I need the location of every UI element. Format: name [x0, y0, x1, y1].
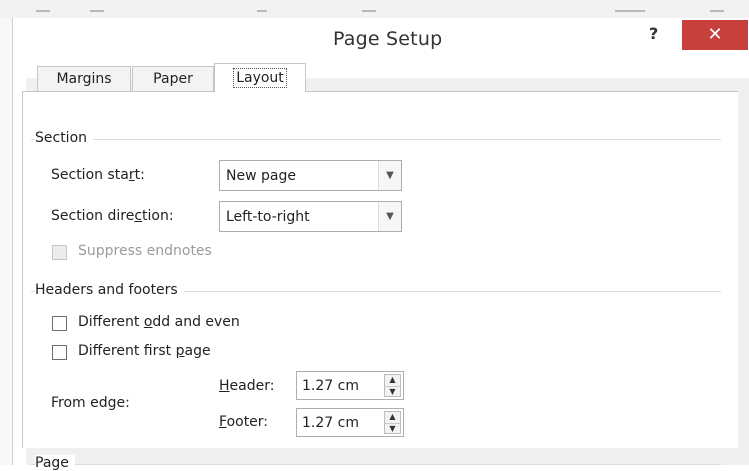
different-first-page-checkbox[interactable] [52, 345, 67, 360]
background-app-mark [615, 10, 645, 12]
tab-label: Margins [56, 71, 112, 87]
section-direction-value: Left-to-right [226, 209, 310, 225]
footer-spin-buttons: ▲ ▼ [384, 411, 401, 434]
spin-down-icon[interactable]: ▼ [385, 423, 400, 434]
tab-layout[interactable]: Layout [214, 63, 306, 92]
footer-distance-value: 1.27 cm [302, 415, 359, 431]
background-app-edge [0, 18, 12, 465]
header-distance-value: 1.27 cm [302, 378, 359, 394]
layout-panel: Section Section start: New page ▼ Sectio… [22, 91, 738, 471]
header-distance-spinner[interactable]: 1.27 cm ▲ ▼ [296, 371, 404, 400]
spin-down-icon[interactable]: ▼ [385, 386, 400, 397]
tab-paper[interactable]: Paper [132, 66, 214, 91]
section-start-label: Section start: [51, 167, 145, 183]
suppress-endnotes-label: Suppress endnotes [78, 243, 212, 259]
from-edge-label: From edge: [51, 395, 130, 411]
different-odd-even-checkbox[interactable] [52, 316, 67, 331]
background-app-mark [710, 10, 724, 12]
section-heading: Section [35, 130, 94, 146]
spin-up-icon[interactable]: ▲ [385, 375, 400, 385]
header-distance-label: Header: [219, 378, 275, 394]
background-app-mark [362, 10, 376, 12]
section-start-select[interactable]: New page ▼ [219, 160, 402, 191]
close-icon: ✕ [707, 24, 723, 45]
header-spin-buttons: ▲ ▼ [384, 374, 401, 397]
different-first-page-label: Different first page [78, 343, 211, 359]
section-direction-select[interactable]: Left-to-right ▼ [219, 201, 402, 232]
section-rule [31, 139, 721, 140]
background-app-mark [36, 10, 50, 12]
suppress-endnotes-checkbox[interactable] [52, 245, 67, 260]
background-app-strip [0, 0, 749, 18]
tab-label: Layout [233, 68, 287, 88]
tab-label: Paper [153, 71, 193, 87]
chevron-down-icon[interactable]: ▼ [378, 161, 401, 190]
chevron-down-icon[interactable]: ▼ [378, 202, 401, 231]
different-odd-even-label: Different odd and even [78, 314, 240, 330]
section-start-value: New page [226, 168, 296, 184]
footer-distance-label: Footer: [219, 414, 269, 430]
page-heading: Page [35, 455, 75, 471]
dialog-title: Page Setup [333, 28, 443, 50]
headers-footers-heading: Headers and footers [35, 282, 184, 298]
help-button[interactable]: ? [649, 24, 658, 43]
close-button[interactable]: ✕ [682, 20, 748, 50]
background-app-mark [90, 10, 104, 12]
tab-margins[interactable]: Margins [37, 66, 131, 91]
background-app-mark [257, 10, 267, 12]
footer-distance-spinner[interactable]: 1.27 cm ▲ ▼ [296, 408, 404, 437]
spin-up-icon[interactable]: ▲ [385, 412, 400, 422]
section-direction-label: Section direction: [51, 208, 174, 224]
